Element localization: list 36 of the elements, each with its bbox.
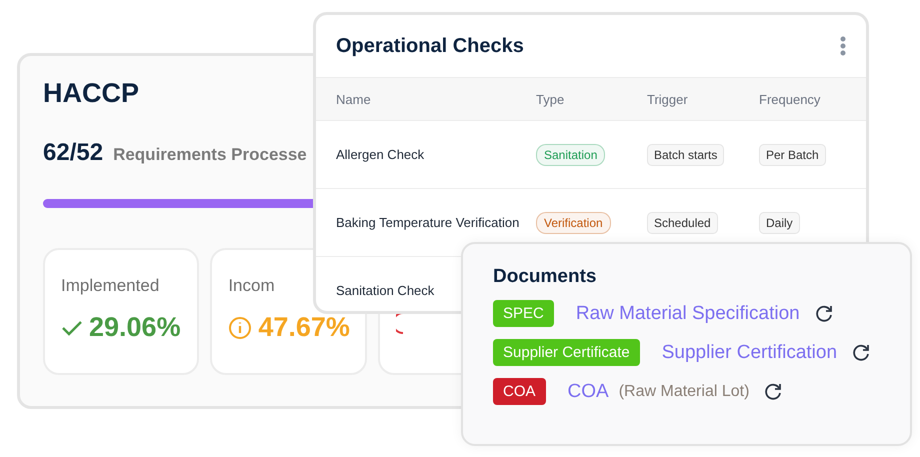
- check-name: Allergen Check: [336, 147, 424, 162]
- alert-icon: [396, 312, 403, 334]
- column-header: Frequency: [758, 78, 866, 120]
- check-icon: [61, 318, 83, 336]
- trigger-tag: Batch starts: [647, 144, 724, 166]
- document-link[interactable]: COA: [568, 380, 609, 402]
- more-icon[interactable]: [840, 36, 846, 56]
- document-note: (Raw Material Lot): [618, 382, 750, 400]
- requirements-label: Requirements Processe: [113, 145, 307, 165]
- frequency-tag: Per Batch: [759, 144, 826, 166]
- info-icon: [228, 316, 252, 340]
- document-tag: SPEC: [493, 300, 554, 327]
- check-name: Baking Temperature Verification: [336, 215, 520, 230]
- card-title: Operational Checks: [336, 34, 524, 58]
- column-header: Type: [535, 78, 646, 120]
- column-header: Trigger: [646, 78, 758, 120]
- trigger-tag: Scheduled: [647, 212, 718, 234]
- check-name: Sanitation Check: [336, 283, 434, 298]
- card-title: Documents: [493, 266, 598, 288]
- document-link[interactable]: Raw Material Specification: [576, 302, 800, 324]
- frequency-tag: Daily: [759, 212, 800, 234]
- stat-label: Implemented: [61, 276, 160, 296]
- requirements-count: 62/52: [43, 139, 104, 167]
- refresh-icon[interactable]: [814, 304, 834, 324]
- refresh-icon[interactable]: [851, 342, 872, 362]
- type-tag: Verification: [536, 212, 611, 234]
- card-title: HACCP: [43, 78, 140, 109]
- refresh-icon[interactable]: [763, 382, 784, 402]
- column-header: Name: [316, 78, 535, 120]
- document-link[interactable]: Supplier Certification: [662, 342, 838, 364]
- type-tag: Sanitation: [536, 144, 606, 166]
- document-tag: Supplier Certificate: [493, 339, 640, 366]
- stat-value: 29.06%: [89, 312, 181, 343]
- document-tag: COA: [493, 378, 546, 405]
- stat-value: 47.67%: [258, 312, 350, 343]
- stat-label: Incom: [228, 276, 275, 296]
